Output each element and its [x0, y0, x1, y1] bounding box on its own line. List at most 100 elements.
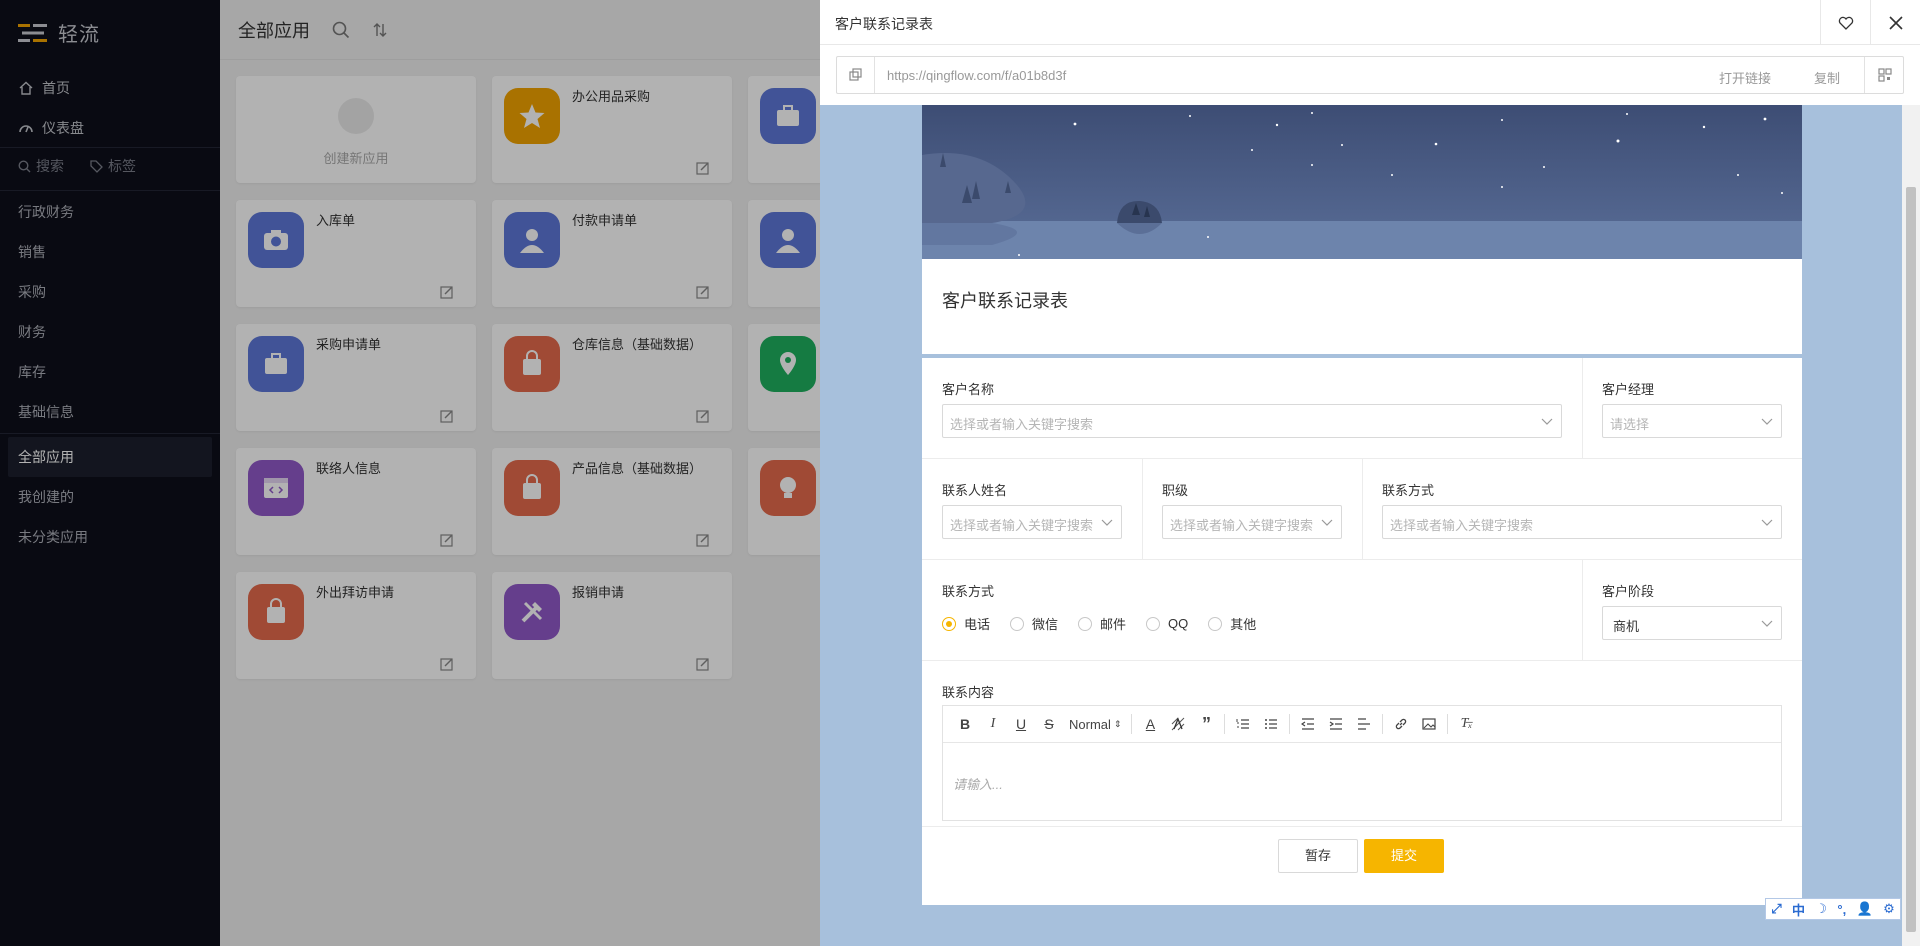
toolbar-divider	[1131, 714, 1133, 734]
header-format-select[interactable]: Normal ⇕	[1063, 717, 1127, 732]
image-icon[interactable]	[1415, 710, 1443, 738]
field-label: 客户阶段	[1602, 584, 1655, 599]
share-url[interactable]: https://qingflow.com/f/a01b8d3f	[887, 68, 1066, 83]
user-icon[interactable]: 👤	[1857, 901, 1873, 917]
chevron-down-icon	[1541, 418, 1553, 425]
favorite-button[interactable]	[1820, 0, 1870, 45]
form-actions: 暂存 提交	[922, 826, 1802, 905]
italic-icon[interactable]: I	[979, 710, 1007, 738]
expand-icon[interactable]: ⤢	[1771, 901, 1781, 917]
radio-email[interactable]: 邮件	[1078, 614, 1126, 633]
link-icon[interactable]	[1387, 710, 1415, 738]
radio-circle	[1208, 616, 1223, 631]
radio-other[interactable]: 其他	[1208, 614, 1256, 633]
radio-phone[interactable]: 电话	[942, 614, 990, 633]
clear-format-icon[interactable]: T̶ₓ	[1452, 710, 1480, 738]
chevron-down-icon	[1761, 620, 1773, 627]
form-row: 联系内容 B I U S Normal ⇕ A ” T̶ₓ 请输入...	[922, 661, 1802, 826]
chevron-down-icon	[1761, 418, 1773, 425]
bullet-list-icon[interactable]	[1257, 710, 1285, 738]
editor-placeholder[interactable]: 请输入...	[953, 774, 1003, 793]
share-url-box: https://qingflow.com/f/a01b8d3f 打开链接 复制	[836, 56, 1904, 94]
form-drawer: 客户联系记录表 https://qingflow.com/f/a01b8d3f …	[820, 0, 1920, 946]
contact-info-select[interactable]: 选择或者输入关键字搜索	[1382, 505, 1782, 539]
align-icon[interactable]	[1350, 710, 1378, 738]
chevron-down-icon	[1321, 519, 1333, 526]
stage-select[interactable]: 商机	[1602, 606, 1782, 640]
strikethrough-icon[interactable]: S	[1035, 710, 1063, 738]
editor-toolbar: B I U S Normal ⇕ A ” T̶ₓ	[943, 706, 1781, 743]
scrollbar-thumb[interactable]	[1906, 187, 1916, 932]
copy-link-button[interactable]: 复制	[1814, 68, 1840, 87]
field-label: 职级	[1162, 483, 1189, 498]
toolbar-divider	[1382, 714, 1384, 734]
radio-label: 邮件	[1100, 617, 1127, 632]
placeholder: 选择或者输入关键字搜索	[950, 417, 1094, 432]
form-body: 客户名称 选择或者输入关键字搜索 客户经理 请选择 联系人姓名 选择或者输入关键…	[922, 358, 1802, 905]
open-link-button[interactable]: 打开链接	[1719, 68, 1771, 87]
toolbar-divider	[1447, 714, 1449, 734]
radio-circle	[1010, 616, 1025, 631]
format-label: Normal	[1069, 716, 1111, 732]
save-draft-button[interactable]: 暂存	[1278, 839, 1358, 873]
indent-icon[interactable]	[1322, 710, 1350, 738]
contact-name-select[interactable]: 选择或者输入关键字搜索	[942, 505, 1122, 539]
moon-icon[interactable]: ☽	[1815, 901, 1827, 917]
ordered-list-icon[interactable]	[1229, 710, 1257, 738]
selected-value: 商机	[1613, 619, 1640, 634]
field-customer-name: 客户名称 选择或者输入关键字搜索	[922, 358, 1582, 458]
chevron-down-icon	[1101, 519, 1113, 526]
punctuation-icon[interactable]: °,	[1837, 902, 1846, 917]
radio-label: 电话	[964, 617, 991, 632]
placeholder: 选择或者输入关键字搜索	[950, 518, 1094, 533]
customer-name-select[interactable]: 选择或者输入关键字搜索	[942, 404, 1562, 438]
form-title: 客户联系记录表	[942, 291, 1068, 311]
bold-icon[interactable]: B	[951, 710, 979, 738]
radio-circle	[1078, 616, 1093, 631]
rich-text-editor: B I U S Normal ⇕ A ” T̶ₓ 请输入...	[942, 705, 1782, 821]
field-manager: 客户经理 请选择	[1582, 358, 1802, 458]
field-label: 客户名称	[942, 382, 995, 397]
outdent-icon[interactable]	[1294, 710, 1322, 738]
form-page: 客户联系记录表 客户名称 选择或者输入关键字搜索 客户经理 请选择 联系人姓名 …	[922, 105, 1802, 905]
radio-label: 微信	[1032, 617, 1059, 632]
updown-icon: ⇕	[1113, 718, 1122, 729]
radio-circle	[942, 616, 956, 631]
form-row: 联系方式 电话 微信 邮件 QQ 其他 客户阶段 商机	[922, 560, 1802, 661]
ime-language[interactable]: 中	[1792, 900, 1805, 919]
copy-icon[interactable]	[837, 57, 875, 93]
ime-toolbar: ⤢ 中 ☽ °, 👤 ⚙	[1765, 898, 1901, 920]
manager-select[interactable]: 请选择	[1602, 404, 1782, 438]
placeholder: 请选择	[1610, 417, 1650, 432]
radio-label: 其他	[1230, 617, 1257, 632]
radio-circle	[1146, 616, 1161, 631]
rank-select[interactable]: 选择或者输入关键字搜索	[1162, 505, 1342, 539]
field-label: 联系方式	[1382, 483, 1435, 498]
close-button[interactable]	[1870, 0, 1920, 45]
underline-icon[interactable]: U	[1007, 710, 1035, 738]
radio-label: QQ	[1168, 616, 1189, 631]
font-color-icon[interactable]: A	[1136, 710, 1164, 738]
field-label: 联系内容	[942, 685, 995, 700]
close-icon	[1888, 15, 1903, 30]
field-method: 联系方式 电话 微信 邮件 QQ 其他	[922, 560, 1582, 660]
field-rank: 职级 选择或者输入关键字搜索	[1142, 459, 1362, 559]
submit-button[interactable]: 提交	[1364, 839, 1444, 873]
gear-icon[interactable]: ⚙	[1883, 901, 1895, 917]
placeholder: 选择或者输入关键字搜索	[1170, 518, 1314, 533]
field-label: 客户经理	[1602, 382, 1655, 397]
quote-icon[interactable]: ”	[1192, 710, 1220, 738]
form-row: 联系人姓名 选择或者输入关键字搜索 职级 选择或者输入关键字搜索 联系方式 选择…	[922, 459, 1802, 560]
radio-qq[interactable]: QQ	[1146, 614, 1188, 633]
modal-overlay[interactable]	[0, 0, 820, 946]
qrcode-icon[interactable]	[1864, 57, 1904, 93]
scrollbar[interactable]	[1902, 105, 1920, 946]
radio-wechat[interactable]: 微信	[1010, 614, 1058, 633]
form-title-box: 客户联系记录表	[922, 259, 1802, 354]
form-banner-image	[922, 105, 1802, 259]
share-bar: https://qingflow.com/f/a01b8d3f 打开链接 复制	[820, 45, 1920, 105]
form-row: 客户名称 选择或者输入关键字搜索 客户经理 请选择	[922, 358, 1802, 459]
toolbar-divider	[1224, 714, 1226, 734]
drawer-title: 客户联系记录表	[835, 16, 933, 32]
background-color-icon[interactable]	[1164, 710, 1192, 738]
